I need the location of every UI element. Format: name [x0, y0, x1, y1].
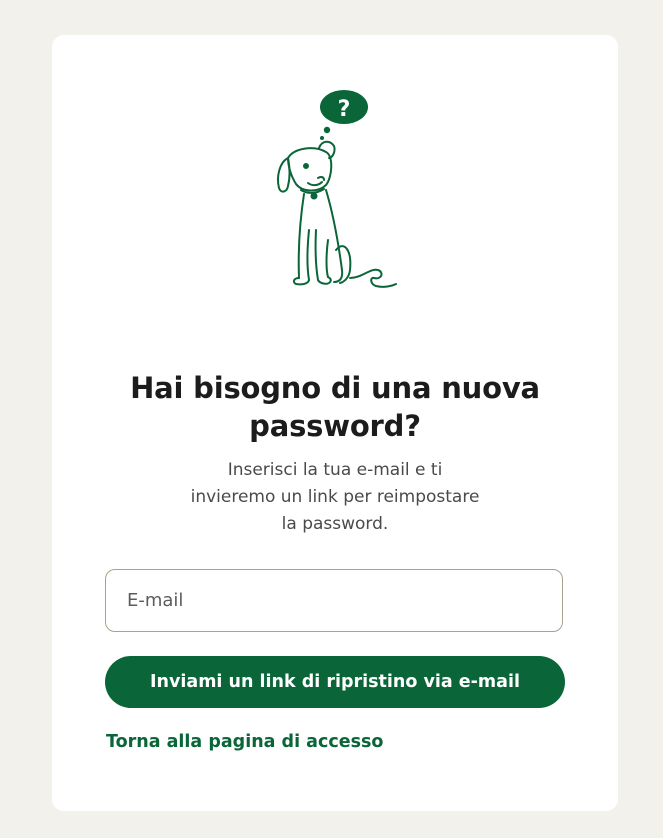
back-to-login-link[interactable]: Torna alla pagina di accesso [106, 732, 383, 752]
thought-bubble-question-mark: ? [338, 97, 351, 122]
page-title: Hai bisogno di una nuova password? [130, 371, 540, 443]
page-subtitle: Inserisci la tua e-mail e ti invieremo u… [190, 460, 480, 534]
send-reset-link-button[interactable]: Inviami un link di ripristino via e-mail [105, 656, 565, 708]
dog-with-question-mark-icon: ? [277, 90, 397, 288]
email-field[interactable] [105, 569, 563, 632]
reset-password-card: ? Hai bisogno di una nuova password? Ins… [52, 35, 618, 811]
